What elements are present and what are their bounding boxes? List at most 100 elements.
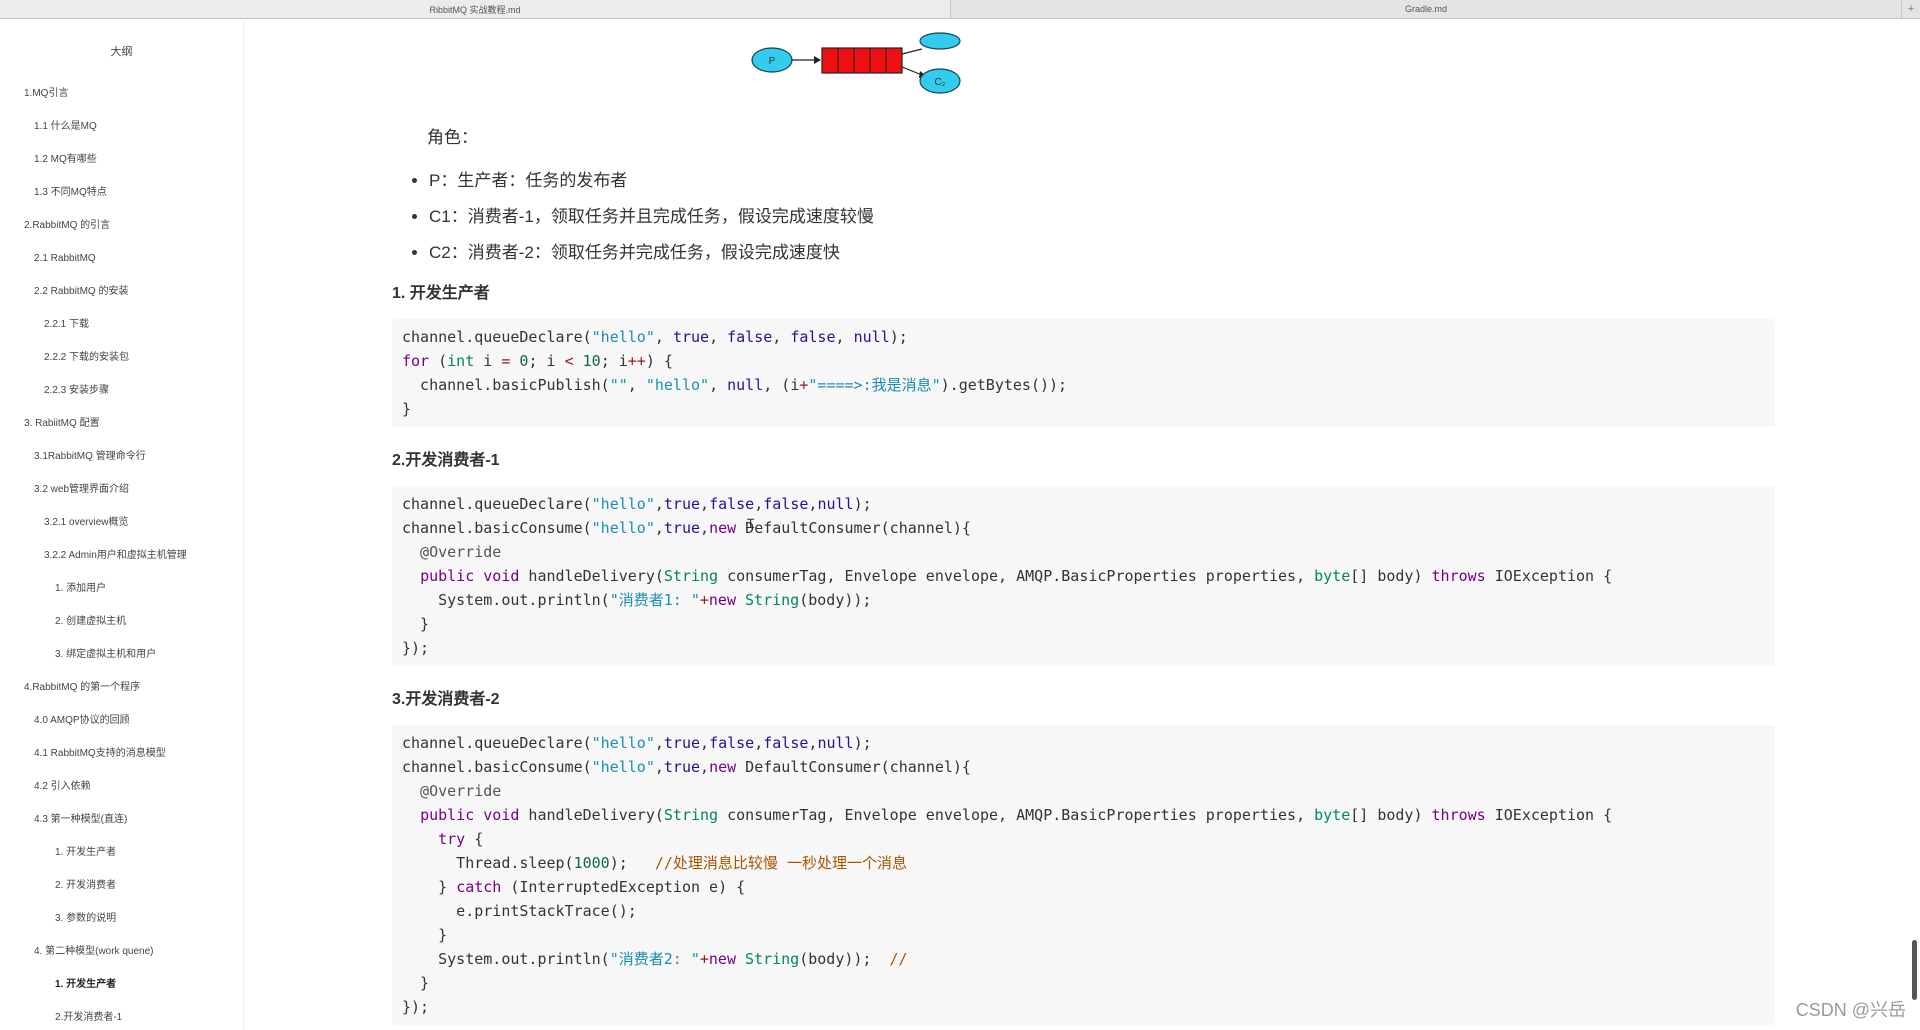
code-line: @Override — [402, 779, 1765, 803]
code-token: System.out.println( — [402, 950, 610, 968]
outline-item[interactable]: 3. 参数的说明 — [0, 902, 243, 935]
roles-title: 角色： — [427, 128, 478, 147]
code-line: System.out.println("消费者1: "+new String(b… — [402, 588, 1765, 612]
code-line: channel.basicConsume("hello",true,new De… — [402, 755, 1765, 779]
code-token: }); — [402, 998, 430, 1016]
role-item: C1：消费者-1，领取任务并且完成任务，假设完成速度较慢 — [429, 199, 874, 235]
code-token: , — [754, 734, 764, 752]
outline-item[interactable]: 4.3 第一种模型(直连) — [0, 803, 243, 836]
code-token: , — [654, 734, 664, 752]
code-token: DefaultConsumer(channel){ — [736, 758, 971, 776]
code-token: , — [654, 758, 664, 776]
outline-item[interactable]: 2.2.2 下载的安装包 — [0, 341, 243, 374]
outline-item[interactable]: 1.3 不同MQ特点 — [0, 176, 243, 209]
outline-item[interactable]: 1.2 MQ有哪些 — [0, 143, 243, 176]
outline-item[interactable]: 2.1 RabbitMQ — [0, 242, 243, 275]
code-token: String — [745, 591, 800, 609]
outline-item[interactable]: 2. 创建虚拟主机 — [0, 605, 243, 638]
code-token: }); — [402, 639, 430, 657]
code-token: { — [465, 830, 484, 848]
outline-item[interactable]: 2.2.3 安装步骤 — [0, 374, 243, 407]
outline-item[interactable]: 1. 添加用户 — [0, 572, 243, 605]
code-token: ++ — [627, 352, 646, 370]
heading-develop-consumer-2: 3.开发消费者-2 — [392, 691, 500, 708]
outline-item[interactable]: 2. 开发消费者 — [0, 869, 243, 902]
code-token: String — [745, 950, 800, 968]
code-line: Thread.sleep(1000); //处理消息比较慢 一秒处理一个消息 — [402, 851, 1765, 875]
code-token: "" — [609, 376, 628, 394]
code-line: public void handleDelivery(String consum… — [402, 803, 1765, 827]
code-line: e.printStackTrace(); — [402, 899, 1765, 923]
code-token: , — [654, 495, 664, 513]
code-token: new — [709, 519, 737, 537]
code-token: + — [699, 591, 709, 609]
outline-item[interactable]: 1. 开发生产者 — [0, 836, 243, 869]
code-token: (body)); — [799, 591, 872, 609]
code-line: public void handleDelivery(String consum… — [402, 564, 1765, 588]
code-token: System.out.println( — [402, 591, 610, 609]
code-block-producer[interactable]: channel.queueDeclare("hello", true, fals… — [392, 319, 1775, 427]
code-token: true — [663, 519, 701, 537]
code-token: "消费者2: " — [609, 950, 700, 968]
code-token: handleDelivery( — [519, 567, 664, 585]
watermark: CSDN @兴岳 — [1795, 1000, 1906, 1020]
code-token: , — [700, 734, 710, 752]
add-tab-button[interactable]: + — [1902, 0, 1920, 18]
code-token: public — [420, 806, 475, 824]
code-block-consumer-1[interactable]: channel.queueDeclare("hello",true,false,… — [392, 486, 1775, 666]
outline-item[interactable]: 1. 开发生产者 — [0, 968, 243, 1001]
tab-bar: RibbitMQ 实战教程.md Gradle.md + — [0, 0, 1920, 19]
code-token: , — [709, 376, 728, 394]
outline-item[interactable]: 2.RabbitMQ 的引言 — [0, 209, 243, 242]
code-line: channel.queueDeclare("hello", true, fals… — [402, 325, 1765, 349]
code-token: channel.queueDeclare( — [402, 328, 592, 346]
outline-item[interactable]: 4.RabbitMQ 的第一个程序 — [0, 671, 243, 704]
outline-item[interactable]: 4. 第二种模型(work quene) — [0, 935, 243, 968]
roles-list: P：生产者：任务的发布者 C1：消费者-1，领取任务并且完成任务，假设完成速度较… — [409, 163, 874, 271]
outline-item[interactable]: 3.2.2 Admin用户和虚拟主机管理 — [0, 539, 243, 572]
code-token: byte — [1314, 567, 1351, 585]
code-token: new — [708, 950, 736, 968]
outline-item[interactable]: 4.0 AMQP协议的回顾 — [0, 704, 243, 737]
outline-item[interactable]: 2.2.1 下载 — [0, 308, 243, 341]
code-line: }); — [402, 995, 1765, 1019]
code-token: false — [709, 495, 755, 513]
code-token: false — [727, 328, 773, 346]
outline-item[interactable]: 4.1 RabbitMQ支持的消息模型 — [0, 737, 243, 770]
code-line: System.out.println("消费者2: "+new String(b… — [402, 947, 1765, 971]
outline-title: 大纲 — [110, 46, 133, 58]
code-token: channel.basicConsume( — [402, 519, 592, 537]
scrollbar-thumb[interactable] — [1912, 940, 1917, 1000]
code-token: try — [438, 830, 466, 848]
code-token: //处理消息比较慢 一秒处理一个消息 — [654, 854, 907, 872]
outline-item[interactable]: 4.2 引入依赖 — [0, 770, 243, 803]
code-token: null — [817, 734, 854, 752]
outline-item[interactable]: 2.开发消费者-1 — [0, 1001, 243, 1030]
tab-rabbitmq-doc[interactable]: RibbitMQ 实战教程.md — [0, 0, 951, 18]
outline-item[interactable]: 3.2 web管理界面介绍 — [0, 473, 243, 506]
outline-item[interactable]: 1.1 什么是MQ — [0, 110, 243, 143]
outline-item[interactable]: 3. RabiitMQ 配置 — [0, 407, 243, 440]
code-token: void — [483, 806, 520, 824]
outline-item[interactable]: 3.1RabbitMQ 管理命令行 — [0, 440, 243, 473]
code-token: @Override — [402, 543, 502, 561]
code-block-consumer-2[interactable]: channel.queueDeclare("hello",true,false,… — [392, 725, 1775, 1025]
role-item: C2：消费者-2：领取任务并完成任务，假设完成速度快 — [429, 235, 874, 271]
code-token: String — [663, 567, 719, 585]
consumer-2-label: C₂ — [934, 77, 945, 88]
code-token: "消费者1: " — [609, 591, 700, 609]
code-token: [] body) — [1350, 806, 1432, 824]
code-token: "hello" — [591, 519, 655, 537]
outline-item[interactable]: 2.2 RabbitMQ 的安装 — [0, 275, 243, 308]
work-queue-diagram: P C₂ — [751, 32, 961, 94]
outline-item[interactable]: 1.MQ引言 — [0, 77, 243, 110]
outline-list: 1.MQ引言 1.1 什么是MQ 1.2 MQ有哪些 1.3 不同MQ特点 2.Rabb… — [0, 77, 243, 1030]
outline-item[interactable]: 3. 绑定虚拟主机和用户 — [0, 638, 243, 671]
outline-item[interactable]: 3.2.1 overview概览 — [0, 506, 243, 539]
tab-gradle-doc[interactable]: Gradle.md — [951, 0, 1902, 18]
